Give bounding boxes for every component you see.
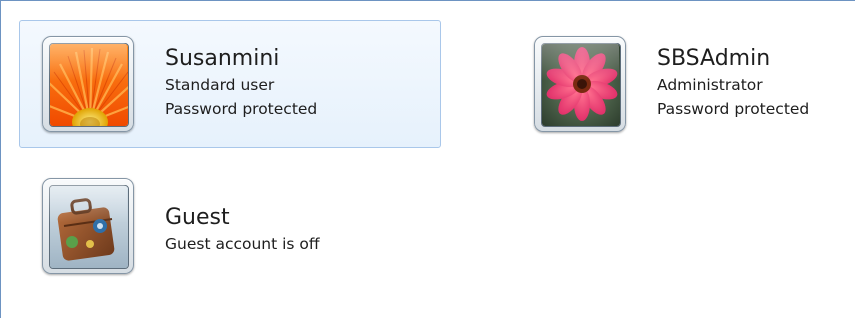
account-name: SBSAdmin: [657, 46, 771, 71]
account-name: Susanmini: [165, 46, 280, 71]
account-status: Password protected: [165, 100, 318, 118]
pink-flower-icon: [541, 43, 621, 127]
account-picture-frame: [42, 178, 134, 274]
account-type: Standard user: [165, 76, 275, 94]
account-guest[interactable]: Guest Guest account is off: [19, 162, 441, 290]
account-status: Password protected: [657, 100, 810, 118]
account-sbsadmin[interactable]: SBSAdmin Administrator Password protecte…: [511, 20, 855, 148]
suitcase-icon: [49, 185, 129, 269]
account-status: Guest account is off: [165, 235, 320, 253]
account-picture-frame: [534, 36, 626, 132]
account-name: Guest: [165, 205, 230, 230]
account-picture-frame: [42, 36, 134, 132]
orange-flower-icon: [49, 43, 129, 127]
account-susanmini[interactable]: Susanmini Standard user Password protect…: [19, 20, 441, 148]
user-accounts-pane: Susanmini Standard user Password protect…: [0, 0, 855, 318]
account-type: Administrator: [657, 76, 763, 94]
